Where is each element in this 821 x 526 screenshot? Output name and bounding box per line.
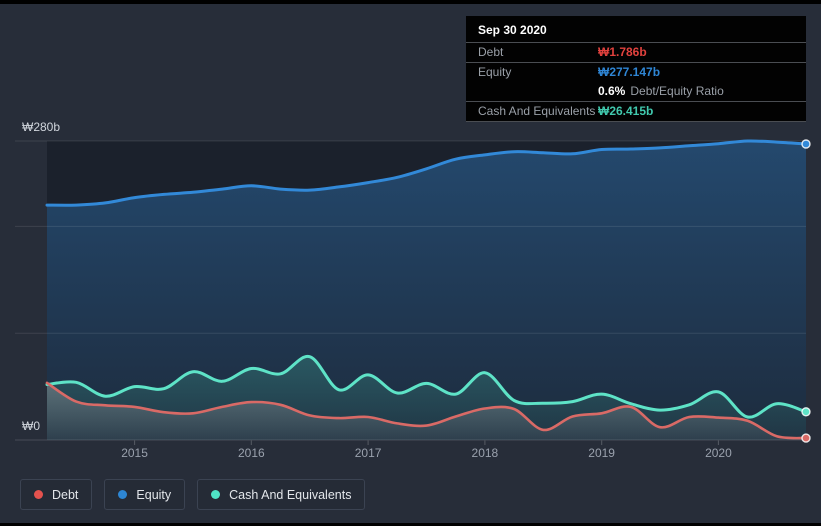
chart-legend: Debt Equity Cash And Equivalents [20,479,366,510]
tooltip-debt-value: ₩1.786b [598,45,647,59]
legend-item-cash[interactable]: Cash And Equivalents [197,479,366,510]
x-tick-label-2019: 2019 [588,446,615,460]
cash-and-equivalents-endpoint-marker[interactable] [801,407,811,417]
y-axis-label-zero: ₩0 [22,419,40,433]
tooltip-cash-value: ₩26.415b [598,104,654,118]
tooltip-row-cash: Cash And Equivalents ₩26.415b [466,102,806,122]
tooltip-ratio: 0.6% Debt/Equity Ratio [598,82,724,101]
x-tick-label-2017: 2017 [354,446,382,460]
debt-equity-history-chart-screen: { "colors": { "debt": "#e2423e", "equity… [0,0,821,526]
tooltip-row-equity: Equity ₩277.147b [466,63,806,82]
debt-endpoint-marker[interactable] [801,433,811,443]
x-tick-label-2015: 2015 [121,446,148,460]
legend-item-debt[interactable]: Debt [20,479,93,510]
tooltip-equity-value: ₩277.147b [598,65,661,79]
tooltip-ratio-label: Debt/Equity Ratio [630,84,724,98]
screen-edge-top [0,0,821,4]
tooltip-equity-label: Equity [478,65,512,79]
x-tick-label-2020: 2020 [705,446,732,460]
x-tick-label-2016: 2016 [237,446,265,460]
x-tick-label-2018: 2018 [471,446,499,460]
legend-item-equity[interactable]: Equity [104,479,186,510]
tooltip-date: Sep 30 2020 [466,16,806,43]
legend-equity-label: Equity [136,487,172,502]
equity-endpoint-marker[interactable] [801,139,811,149]
tooltip-row-ratio: 0.6% Debt/Equity Ratio [466,82,806,102]
tooltip-row-debt: Debt ₩1.786b [466,43,806,63]
cash-color-dot [211,490,221,499]
y-axis-label-max: ₩280b [22,120,61,134]
debt-color-dot [34,490,43,499]
tooltip-debt-label: Debt [478,45,504,59]
legend-debt-label: Debt [52,487,79,502]
legend-cash-label: Cash And Equivalents [229,487,352,502]
tooltip-ratio-value: 0.6% [598,84,626,98]
tooltip-cash-label: Cash And Equivalents [478,104,596,118]
equity-color-dot [118,490,128,499]
chart-tooltip: Sep 30 2020 Debt ₩1.786b Equity ₩277.147… [466,16,806,122]
